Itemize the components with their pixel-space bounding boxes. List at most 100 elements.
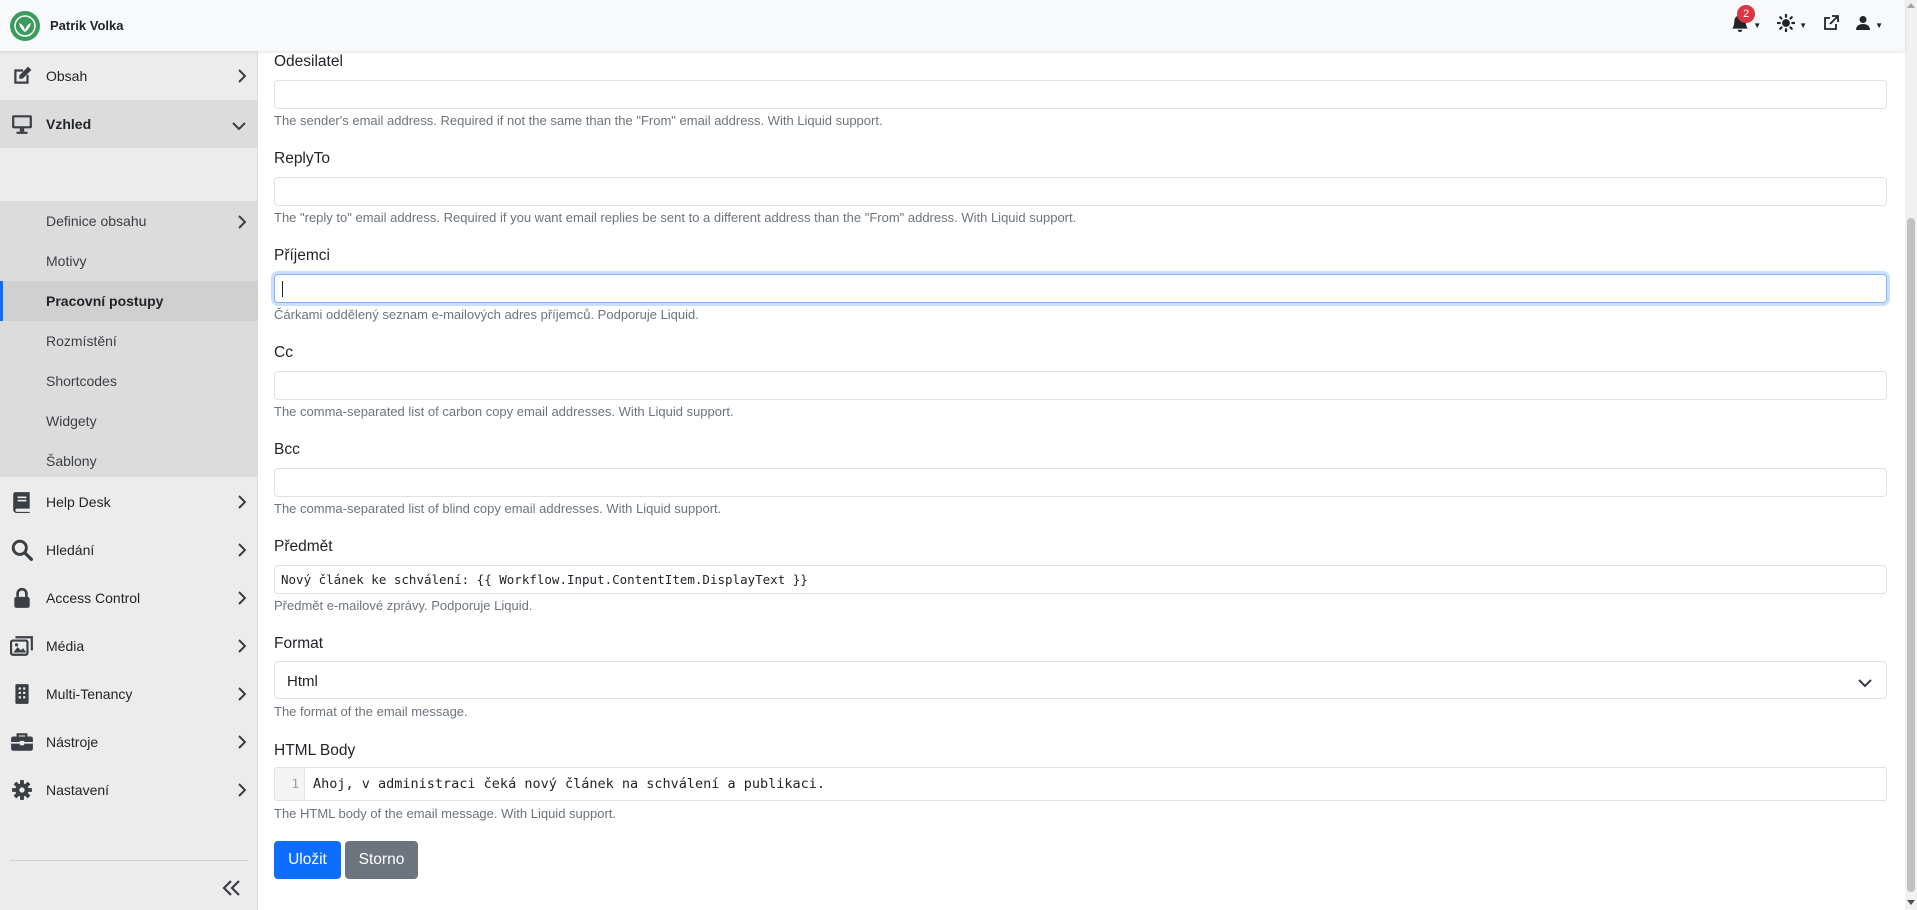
sidebar-item-nastroje[interactable]: Nástroje: [0, 718, 258, 766]
body-label: HTML Body: [274, 742, 356, 759]
double-chevron-left-icon: [222, 873, 242, 903]
cc-label: Cc: [274, 344, 293, 361]
sidebar-item-obsah[interactable]: Obsah: [0, 52, 258, 100]
user-menu-button[interactable]: ▼: [1855, 15, 1883, 36]
user-icon: [1855, 15, 1871, 36]
theme-toggle-button[interactable]: ▼: [1776, 13, 1808, 37]
format-label: Format: [274, 635, 324, 652]
sidebar-subitem-motivy[interactable]: Motivy: [0, 241, 258, 281]
sidebar-subitem-pracovni-postupy[interactable]: Pracovní postupy: [0, 281, 258, 321]
top-actions: 2 ▼ ▼ ▼: [1715, 0, 1883, 51]
sidebar-item-help-desk[interactable]: Help Desk: [0, 478, 258, 526]
scroll-up-arrow-icon[interactable]: [1907, 3, 1915, 8]
chevron-right-icon: [237, 543, 247, 562]
sidebar-item-label: Hledání: [46, 542, 95, 558]
sidebar-subitem-label: Pracovní postupy: [46, 293, 164, 309]
chevron-right-icon: [237, 69, 247, 88]
sidebar-subitem-label: Rozmístění: [46, 333, 117, 349]
cc-help: The comma-separated list of carbon copy …: [274, 404, 734, 419]
chevron-down-icon: [1858, 675, 1872, 693]
page-scrollbar[interactable]: [1905, 0, 1917, 910]
edit-icon: [0, 65, 44, 87]
subject-input[interactable]: Nový článek ke schválení: {{ Workflow.In…: [274, 565, 1887, 594]
caret-down-icon: ▼: [1753, 21, 1762, 30]
sidebar-divider: [10, 860, 248, 861]
replyto-input[interactable]: [274, 177, 1887, 206]
save-button[interactable]: Uložit: [274, 841, 341, 879]
sidebar-item-label: Nástroje: [46, 734, 99, 750]
sidebar-item-label: Access Control: [46, 590, 141, 606]
bcc-help: The comma-separated list of blind copy e…: [274, 501, 722, 516]
theme-sun-icon: [1776, 13, 1796, 37]
sidebar-subitem-label: Motivy: [46, 253, 87, 269]
recipients-help: Čárkami oddělený seznam e-mailových adre…: [274, 307, 699, 322]
top-navbar: Patrik Volka 2 ▼ ▼ ▼: [0, 0, 1905, 51]
brand-logo-icon: [10, 10, 40, 41]
subject-label: Předmět: [274, 538, 333, 555]
sidebar-subitem-widgety[interactable]: Widgety: [0, 401, 258, 441]
sidebar: Obsah Vzhled Definice obsahu Motivy Prac…: [0, 51, 258, 910]
body-code-editor[interactable]: 1 Ahoj, v administraci čeká nový článek …: [274, 767, 1887, 801]
toolbox-icon: [0, 732, 44, 752]
format-help: The format of the email message.: [274, 704, 468, 719]
subject-help: Předmět e-mailové zprávy. Podporuje Liqu…: [274, 598, 533, 613]
chevron-right-icon: [237, 735, 247, 754]
chevron-right-icon: [237, 495, 247, 514]
scroll-thumb[interactable]: [1907, 218, 1915, 892]
images-icon: [0, 635, 44, 657]
caret-down-icon: ▼: [1799, 21, 1808, 30]
sidebar-subitem-rozmisteni[interactable]: Rozmístění: [0, 321, 258, 361]
sidebar-subitem-label: Widgety: [46, 413, 97, 429]
caret-down-icon: ▼: [1875, 21, 1883, 30]
chevron-right-icon: [237, 215, 247, 232]
sidebar-item-label: Help Desk: [46, 494, 111, 510]
sidebar-item-label: Vzhled: [46, 116, 92, 132]
format-select[interactable]: Html: [274, 661, 1887, 699]
chevron-right-icon: [237, 783, 247, 802]
sidebar-item-label: Multi-Tenancy: [46, 686, 133, 702]
chevron-right-icon: [237, 687, 247, 706]
sidebar-subitem-label: Definice obsahu: [46, 213, 147, 229]
chevron-right-icon: [237, 591, 247, 610]
sidebar-subitem-definice-obsahu[interactable]: Definice obsahu: [0, 201, 258, 241]
bcc-input[interactable]: [274, 468, 1887, 497]
sidebar-item-label: Nastavení: [46, 782, 110, 798]
sender-input[interactable]: [274, 80, 1887, 109]
sidebar-item-vzhled[interactable]: Vzhled: [0, 100, 258, 148]
book-icon: [0, 491, 44, 513]
sidebar-item-label: Obsah: [46, 68, 88, 84]
monitor-icon: [0, 113, 44, 135]
brand-name: Patrik Volka: [50, 18, 124, 33]
sidebar-subitem-sablony[interactable]: Šablony: [0, 441, 258, 481]
sidebar-item-nastaveni[interactable]: Nastavení: [0, 766, 258, 814]
lock-icon: [0, 587, 44, 609]
body-code-line: Ahoj, v administraci čeká nový článek na…: [313, 776, 826, 792]
sidebar-subitem-shortcodes[interactable]: Shortcodes: [0, 361, 258, 401]
sidebar-item-hledani[interactable]: Hledání: [0, 526, 258, 574]
brand[interactable]: Patrik Volka: [10, 10, 124, 41]
text-cursor: [282, 281, 283, 297]
sidebar-collapse-button[interactable]: [222, 873, 242, 904]
scroll-down-arrow-icon[interactable]: [1907, 900, 1915, 905]
bcc-label: Bcc: [274, 441, 300, 458]
cc-input[interactable]: [274, 371, 1887, 400]
sidebar-item-multi-tenancy[interactable]: Multi-Tenancy: [0, 670, 258, 718]
notifications-button[interactable]: 2 ▼: [1731, 5, 1762, 37]
sidebar-submenu-vzhled: Definice obsahu Motivy Pracovní postupy …: [0, 201, 258, 477]
building-icon: [0, 683, 44, 705]
replyto-label: ReplyTo: [274, 150, 330, 167]
sidebar-item-media[interactable]: Média: [0, 622, 258, 670]
chevron-down-icon: [232, 117, 246, 135]
search-icon: [0, 539, 44, 561]
recipients-label: Příjemci: [274, 247, 330, 264]
cog-icon: [0, 779, 44, 801]
chevron-right-icon: [237, 639, 247, 658]
visit-site-button[interactable]: [1823, 15, 1839, 36]
sidebar-item-access-control[interactable]: Access Control: [0, 574, 258, 622]
line-number: 1: [275, 768, 305, 800]
external-link-icon: [1823, 15, 1839, 36]
sender-help: The sender's email address. Required if …: [274, 113, 883, 128]
sidebar-item-label: Média: [46, 638, 85, 654]
cancel-button[interactable]: Storno: [345, 841, 418, 879]
recipients-input[interactable]: [274, 274, 1887, 303]
